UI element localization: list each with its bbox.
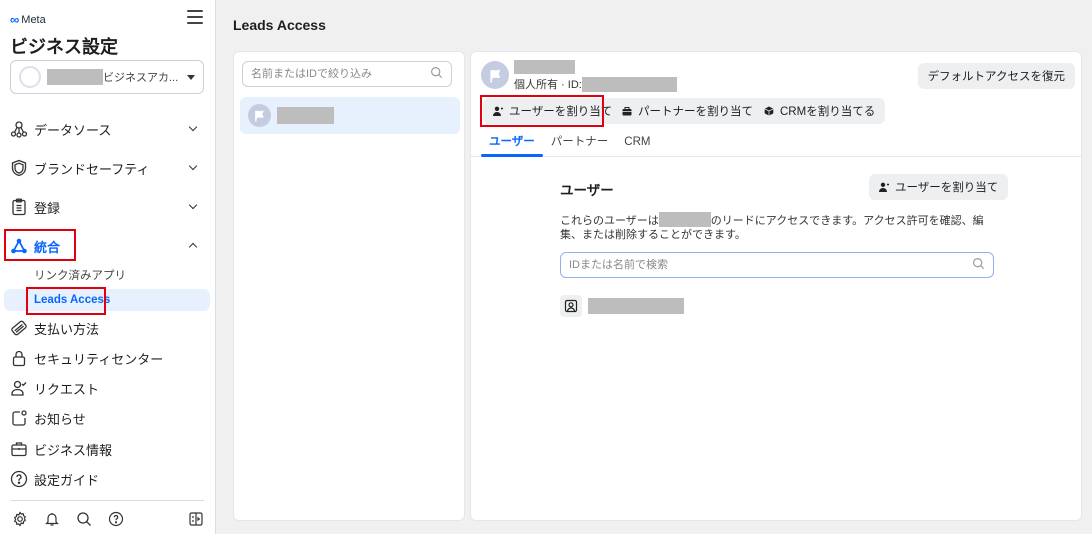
shield-icon (10, 159, 28, 177)
gear-icon[interactable] (10, 509, 30, 529)
redacted-user-name (588, 298, 684, 314)
integrations-icon (10, 237, 28, 255)
restore-default-access-button[interactable]: デフォルトアクセスを復元 (917, 63, 1075, 89)
user-badge-icon (560, 295, 582, 317)
assign-partner-button[interactable]: パートナーを割り当て (612, 98, 763, 124)
redacted-account-name (47, 69, 103, 85)
page-title: Leads Access (233, 17, 326, 33)
filter-input-wrapper[interactable] (242, 61, 452, 87)
user-search-input[interactable] (569, 259, 972, 271)
sidebar-item-label: 登録 (34, 200, 61, 216)
sidebar-item-notifications[interactable]: お知らせ (8, 403, 210, 433)
cube-icon (764, 106, 774, 116)
app-title: ビジネス設定 (10, 37, 118, 57)
assign-user-label: ユーザーを割り当て (509, 106, 613, 118)
credit-card-icon (10, 319, 28, 337)
clipboard-icon (10, 198, 28, 216)
chevron-down-icon (188, 200, 198, 210)
sidebar-item-setup-guide[interactable]: 設定ガイド (8, 464, 210, 494)
chevron-down-icon (188, 122, 198, 132)
user-list-item[interactable] (560, 294, 684, 318)
filter-input[interactable] (251, 68, 430, 80)
account-name: ビジネスアカ... (103, 72, 179, 84)
person-icon (493, 106, 503, 116)
users-section-title: ユーザー (560, 183, 614, 198)
page-list-item[interactable] (240, 97, 460, 134)
sidebar-subitem-leads-access[interactable]: Leads Access (4, 289, 210, 311)
users-section-description: これらのユーザーは のリードにアクセスできます。アクセス許可を確認、編集、または削… (560, 212, 1000, 242)
briefcase-icon (10, 440, 28, 458)
menu-icon[interactable] (187, 10, 203, 24)
person-check-icon (10, 379, 28, 397)
redacted-page-name (277, 107, 334, 124)
search-icon (430, 66, 443, 82)
sidebar-item-label: 設定ガイド (34, 472, 100, 488)
assign-crm-label: CRMを割り当てる (780, 106, 876, 118)
sidebar-item-label: リクエスト (34, 381, 100, 397)
sidebar-divider (10, 500, 204, 501)
search-icon[interactable] (74, 509, 94, 529)
sidebar-item-integrations[interactable]: 統合 (8, 231, 210, 261)
redacted-page-name (658, 212, 711, 227)
sidebar-item-label: ビジネス情報 (34, 442, 113, 458)
meta-logo: ∞ Meta (10, 12, 46, 27)
caret-down-icon (187, 74, 195, 80)
notification-icon (10, 409, 28, 427)
page-flag-avatar (481, 61, 509, 89)
sidebar-item-security-center[interactable]: セキュリティセンター (8, 343, 210, 373)
redacted-id (581, 76, 677, 92)
tab-partners[interactable]: パートナー (543, 132, 617, 157)
assign-user-button[interactable]: ユーザーを割り当て (483, 98, 623, 124)
bell-icon[interactable] (42, 509, 62, 529)
sidebar-item-payment-methods[interactable]: 支払い方法 (8, 313, 210, 343)
leads-list-panel (233, 51, 465, 521)
assign-user-secondary-button[interactable]: ユーザーを割り当て (869, 174, 1009, 200)
sidebar-item-label: 統合 (34, 239, 61, 255)
sidebar-item-label: ブランドセーフティ (34, 161, 150, 177)
user-search-wrapper[interactable] (560, 252, 994, 278)
redacted-page-name (514, 60, 575, 74)
sidebar: ∞ Meta ビジネス設定 ビジネスアカ... データソース ブランドセーフティ (0, 0, 216, 534)
assign-user-label: ユーザーを割り当て (895, 182, 999, 194)
desc-text-before: これらのユーザーは (560, 215, 659, 227)
help-circle-icon (10, 470, 28, 488)
meta-brand-text: Meta (21, 13, 46, 26)
detail-tabs: ユーザー パートナー CRM (481, 132, 658, 157)
meta-infinity-icon: ∞ (10, 12, 19, 27)
detail-header: 個人所有 · ID: デフォルトアクセスを復元 ユーザーを割り当て パートナーを… (471, 52, 1081, 157)
assign-crm-button[interactable]: CRMを割り当てる (754, 98, 886, 124)
briefcase-icon (622, 106, 632, 116)
page-flag-avatar (248, 104, 271, 127)
data-sources-icon (10, 120, 28, 138)
sidebar-item-label: データソース (34, 122, 112, 138)
lead-access-detail-panel: 個人所有 · ID: デフォルトアクセスを復元 ユーザーを割り当て パートナーを… (470, 51, 1082, 521)
help-icon[interactable] (106, 509, 126, 529)
panel-toggle-icon[interactable] (186, 509, 206, 529)
sidebar-item-registration[interactable]: 登録 (8, 192, 210, 222)
tab-users[interactable]: ユーザー (481, 132, 543, 157)
owner-info: 個人所有 · ID: (514, 76, 677, 92)
sidebar-item-label: セキュリティセンター (34, 351, 164, 367)
lock-icon (10, 349, 28, 367)
chevron-down-icon (188, 161, 198, 171)
account-avatar (19, 66, 41, 88)
sidebar-item-business-info[interactable]: ビジネス情報 (8, 434, 210, 464)
chevron-up-icon (188, 242, 198, 252)
search-icon (972, 257, 985, 273)
sidebar-item-label: お知らせ (34, 411, 86, 427)
owner-label: 個人所有 · ID: (514, 79, 582, 91)
sidebar-item-brand-safety[interactable]: ブランドセーフティ (8, 153, 210, 183)
business-account-selector[interactable]: ビジネスアカ... (10, 60, 204, 94)
assign-partner-label: パートナーを割り当て (638, 106, 753, 118)
sidebar-subitem-linked-apps[interactable]: リンク済みアプリ (4, 264, 210, 286)
sidebar-footer (0, 509, 216, 531)
sidebar-item-label: 支払い方法 (34, 321, 100, 337)
person-icon (879, 182, 889, 192)
tab-crm[interactable]: CRM (616, 132, 658, 157)
sidebar-item-data-sources[interactable]: データソース (8, 114, 210, 144)
sidebar-item-requests[interactable]: リクエスト (8, 373, 210, 403)
